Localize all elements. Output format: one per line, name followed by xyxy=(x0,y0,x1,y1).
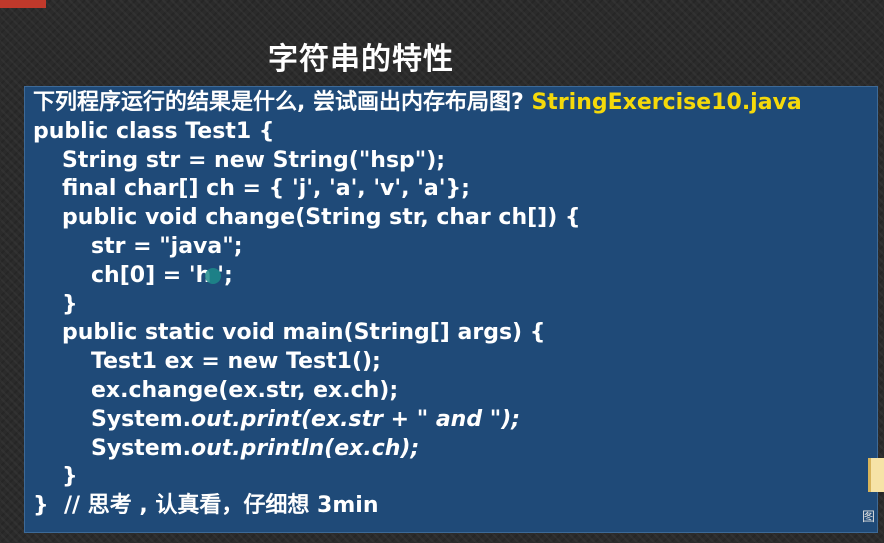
code-line-close-main: } xyxy=(62,464,78,490)
folder-label: 图 xyxy=(862,510,876,525)
code-line-assign-str: str = "java"; xyxy=(91,233,243,259)
code-line-close-class: } // 思考 , 认真看，仔细想 3min xyxy=(33,493,379,519)
code-line-println: System.out.println(ex.ch); xyxy=(33,435,877,464)
question-line: 下列程序运行的结果是什么, 尝试画出内存布局图? StringExercise1… xyxy=(33,89,877,118)
code-line-new-object: Test1 ex = new Test1(); xyxy=(91,349,381,375)
println-call: out.println(ex.ch); xyxy=(191,435,420,461)
print-call: out.print(ex.str + " and "); xyxy=(191,406,521,432)
code-line-field-str: String str = new String("hsp"); xyxy=(62,147,446,173)
window-accent-tab xyxy=(0,0,46,8)
code-line-change-signature: public void change(String str, char ch[]… xyxy=(62,205,581,231)
code-line-call-change: ex.change(ex.str, ex.ch); xyxy=(91,377,399,403)
slide-title: 字符串的特性 xyxy=(268,42,454,77)
println-prefix: System. xyxy=(91,435,191,461)
code-line-field-ch: final char[] ch = { 'j', 'a', 'v', 'a'}; xyxy=(62,176,470,202)
code-line-class: public class Test1 { xyxy=(33,118,275,144)
code-line-close-method: } xyxy=(62,291,78,317)
code-line-assign-ch: ch[0] = 'h '; xyxy=(33,262,877,291)
folder-icon[interactable] xyxy=(868,458,884,492)
print-prefix: System. xyxy=(91,406,191,432)
code-line-print: System.out.print(ex.str + " and "); xyxy=(33,406,877,435)
code-line-main-signature: public static void main(String[] args) { xyxy=(62,320,546,346)
file-name: StringExercise10.java xyxy=(531,90,802,115)
code-text-assign-ch-a: ch[0] = 'h xyxy=(91,262,212,288)
code-panel: 下列程序运行的结果是什么, 尝试画出内存布局图? StringExercise1… xyxy=(24,86,878,533)
mouse-cursor-icon xyxy=(205,267,222,284)
question-text: 下列程序运行的结果是什么, 尝试画出内存布局图? xyxy=(33,90,532,115)
